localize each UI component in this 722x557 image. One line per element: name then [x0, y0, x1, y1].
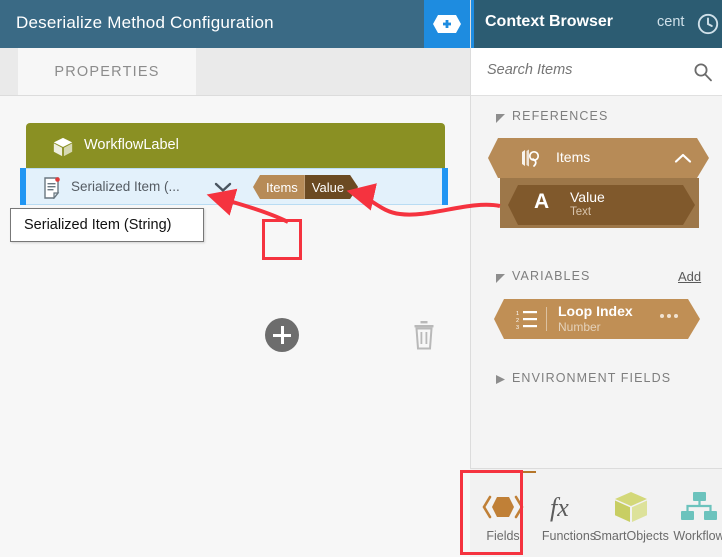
serialized-item-row[interactable]: Serialized Item (... Items Value: [20, 168, 448, 205]
triangle-right-icon: [496, 375, 505, 384]
search-input[interactable]: [485, 61, 675, 79]
add-variable-link[interactable]: Add: [678, 269, 701, 284]
reference-items-label: Items: [556, 149, 591, 165]
dialog-add-button[interactable]: [424, 0, 470, 48]
clock-icon[interactable]: [697, 13, 719, 35]
search-row: [471, 48, 722, 96]
toolbar-tab-smartobjects-label: SmartObjects: [593, 529, 669, 543]
section-header-references[interactable]: REFERENCES: [471, 106, 722, 130]
selection-bar-right: [442, 168, 448, 205]
variable-loop-index-label: Loop Index: [558, 303, 633, 319]
context-browser-header: Context Browser cent: [471, 0, 722, 48]
items-value-chip[interactable]: Items Value: [253, 175, 358, 199]
dialog-title: Deserialize Method Configuration: [16, 13, 274, 32]
toolbar-tab-functions-label: Functions: [541, 529, 597, 543]
selection-bar-left: [20, 168, 26, 205]
tabbar-filler: [196, 48, 470, 96]
tab-properties-label: PROPERTIES: [54, 64, 160, 80]
triangle-down-icon: [496, 114, 505, 123]
triangle-down-icon: [496, 274, 505, 283]
workflow-icon: [678, 488, 720, 526]
variable-row-divider: [546, 307, 547, 331]
toolbar-tab-smartobjects[interactable]: SmartObjects: [593, 471, 669, 556]
chevron-down-icon[interactable]: [214, 181, 232, 193]
document-list-icon: [44, 177, 60, 199]
section-environment-fields-label: ENVIRONMENT FIELDS: [512, 371, 672, 385]
serialized-item-tooltip: Serialized Item (String): [10, 208, 204, 242]
annotation-highlight-fields-tab: [460, 470, 523, 555]
variable-loop-index-type: Number: [558, 320, 601, 334]
reference-value-type: Text: [570, 206, 592, 218]
hex-plus-icon: [433, 15, 461, 33]
chip-items-label: Items: [253, 175, 305, 199]
reference-value-label: Value: [570, 189, 605, 205]
workflow-label-title: WorkflowLabel: [84, 137, 179, 153]
toolbar-tab-workflow-label: Workflow: [673, 529, 722, 543]
recent-label[interactable]: cent: [657, 14, 684, 30]
annotation-highlight-add-button: [262, 219, 302, 260]
svg-text:2: 2: [516, 318, 519, 324]
reference-node-value[interactable]: A Value Text: [508, 185, 695, 225]
toolbar-tab-functions[interactable]: fx Functions: [536, 471, 602, 556]
ellipsis-icon[interactable]: [660, 314, 678, 318]
workflow-label-card[interactable]: WorkflowLabel: [26, 123, 445, 171]
svg-text:3: 3: [516, 325, 519, 329]
trash-icon[interactable]: [412, 320, 436, 350]
value-type-badge: A: [534, 190, 550, 213]
variable-node-loop-index[interactable]: 1 2 3 Loop Index Number: [494, 299, 700, 339]
context-browser-title: Context Browser: [485, 13, 614, 30]
tab-properties[interactable]: PROPERTIES: [18, 48, 196, 96]
references-icon: [522, 149, 540, 167]
method-configuration-dialog: Deserialize Method Configuration PROPERT…: [0, 0, 470, 557]
cube-icon: [53, 137, 73, 157]
section-header-environment-fields[interactable]: ENVIRONMENT FIELDS: [471, 368, 722, 392]
section-references-label: REFERENCES: [512, 109, 609, 123]
toolbar-tab-workflow[interactable]: Workflow: [666, 471, 722, 556]
tabbar-left-edge: [0, 48, 18, 96]
section-variables-label: VARIABLES: [512, 269, 591, 283]
svg-text:1: 1: [516, 311, 519, 317]
dialog-titlebar: Deserialize Method Configuration: [0, 0, 470, 48]
cube-icon: [611, 488, 651, 526]
svg-text:fx: fx: [550, 493, 569, 522]
add-parameter-button[interactable]: [265, 318, 299, 352]
dialog-tabbar: PROPERTIES: [0, 48, 470, 96]
serialized-item-label: Serialized Item (...: [71, 179, 180, 194]
chip-value-label: Value: [305, 175, 358, 199]
reference-node-items[interactable]: Items: [488, 138, 709, 178]
app-root: Deserialize Method Configuration PROPERT…: [0, 0, 722, 557]
header-accent-bar: [471, 0, 474, 48]
section-header-variables[interactable]: VARIABLES Add: [471, 266, 722, 290]
numbered-list-icon: 1 2 3: [516, 311, 537, 329]
properties-canvas: WorkflowLabel Serialized Item (... Items…: [0, 96, 470, 557]
search-icon[interactable]: [693, 62, 713, 82]
chevron-up-icon[interactable]: [674, 153, 692, 164]
fx-icon: fx: [548, 488, 590, 526]
